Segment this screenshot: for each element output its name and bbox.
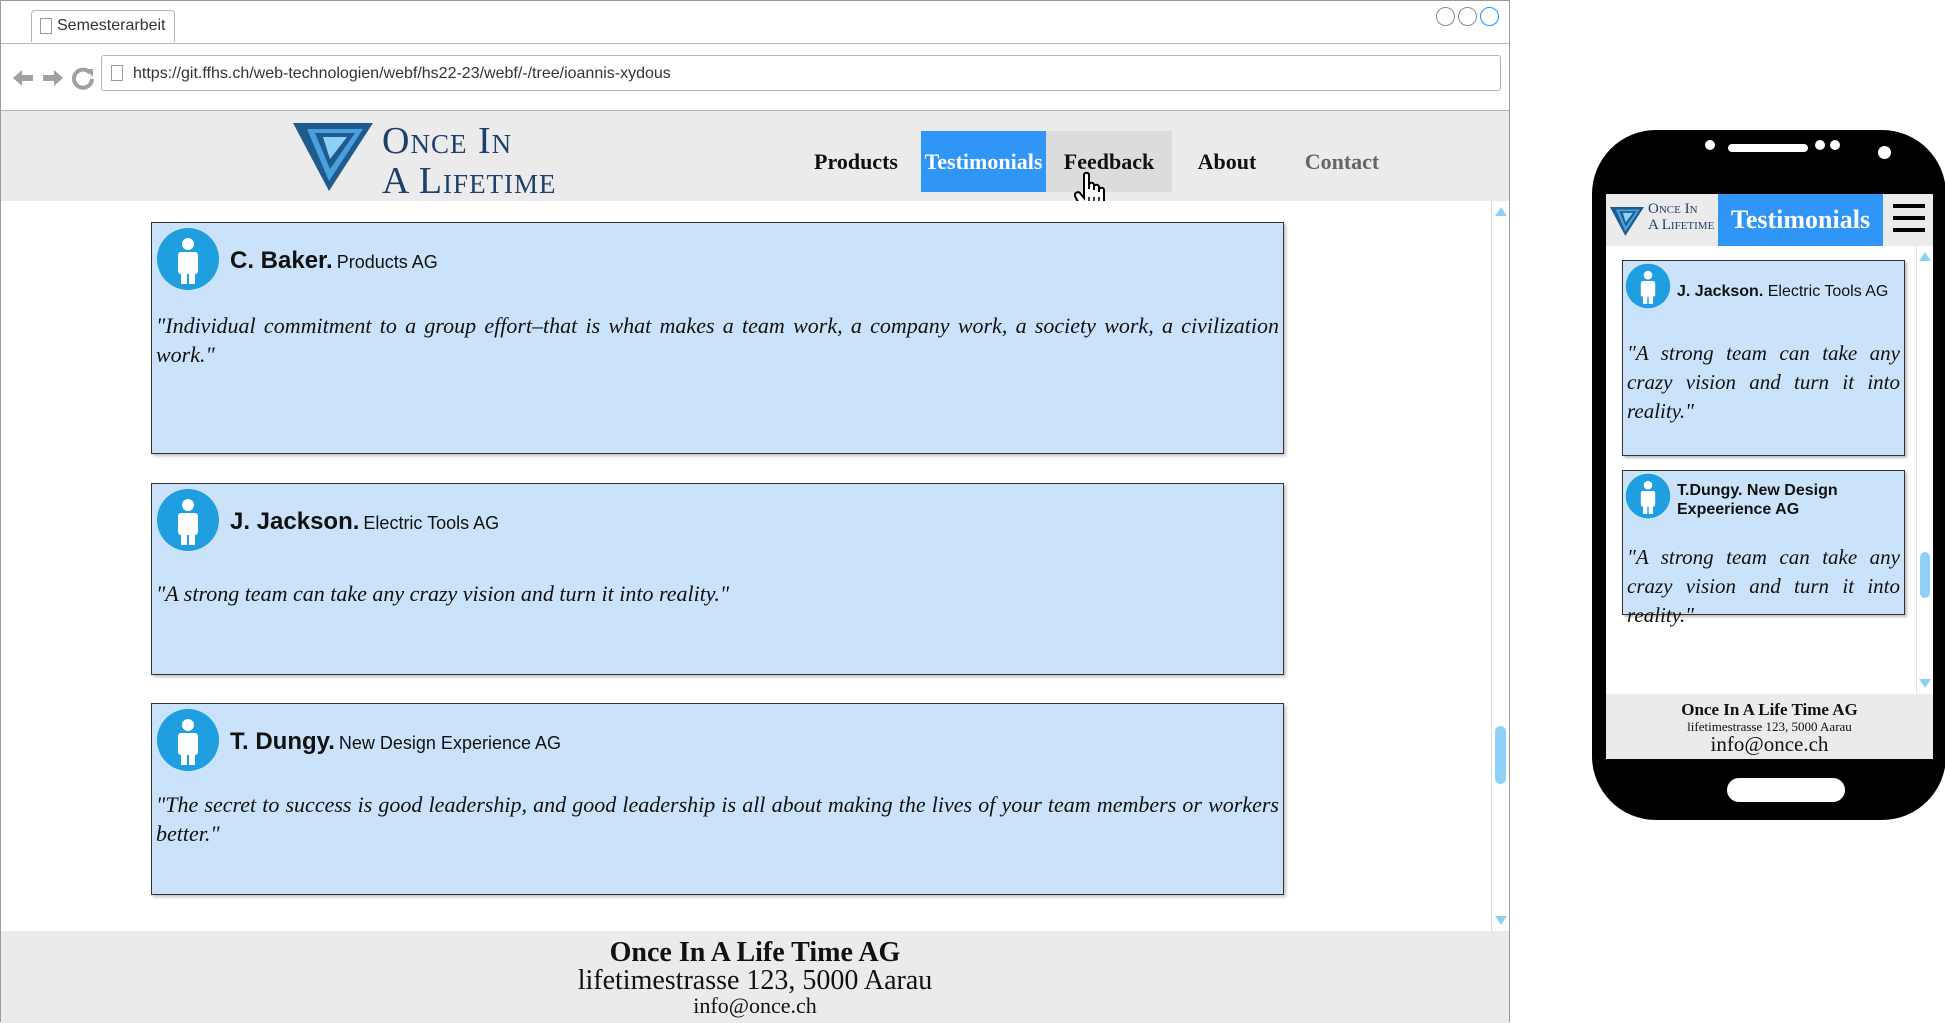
minimize-button[interactable] <box>1436 7 1455 26</box>
testimonial-card: J. Jackson. Electric Tools AG "A strong … <box>1622 260 1905 456</box>
nav-products[interactable]: Products <box>791 131 921 192</box>
user-avatar-icon <box>157 489 219 551</box>
logo-triangle-icon[interactable] <box>293 121 373 191</box>
vertical-scrollbar[interactable] <box>1491 201 1509 931</box>
logo-line-1: Once In <box>382 120 513 162</box>
scroll-down-arrow-icon[interactable] <box>1919 679 1931 688</box>
author-company: New Design Experience AG <box>338 733 561 753</box>
author-company: Products AG <box>336 252 438 272</box>
nav-about[interactable]: About <box>1172 131 1282 192</box>
user-avatar-icon <box>157 709 219 771</box>
reload-icon[interactable] <box>71 66 95 90</box>
footer-email[interactable]: info@once.ch <box>1606 732 1933 757</box>
scroll-down-arrow-icon[interactable] <box>1495 916 1507 925</box>
sensor-dot <box>1830 140 1840 150</box>
author-company: Expeerience AG <box>1677 501 1800 518</box>
testimonial-author: J. Jackson. Electric Tools AG <box>1677 283 1888 301</box>
nav-contact[interactable]: Contact <box>1282 131 1402 192</box>
testimonial-card: T. Dungy. New Design Experience AG "The s… <box>151 703 1284 895</box>
phone-speaker <box>1728 144 1808 152</box>
author-name: T. Dungy. <box>230 728 335 755</box>
close-button[interactable] <box>1480 7 1499 26</box>
testimonial-quote: "The secret to success is good leadershi… <box>156 792 1279 846</box>
forward-arrow-icon[interactable] <box>41 66 65 90</box>
testimonial-card: J. Jackson. Electric Tools AG "A strong t… <box>151 483 1284 675</box>
author-name: J. Jackson. <box>230 508 360 535</box>
scrollbar-thumb[interactable] <box>1495 726 1506 784</box>
author-company: Electric Tools AG <box>363 513 500 533</box>
site-footer: Once In A Life Time AG lifetimestrasse 1… <box>1 931 1509 1023</box>
site-header: Once In A Lifetime Products Testimonials… <box>1 111 1509 213</box>
testimonial-author: T.Dungy. New Design Expeerience AG <box>1677 481 1877 519</box>
browser-tab[interactable]: Semesterarbeit <box>31 10 175 42</box>
logo-triangle-icon[interactable] <box>1610 206 1644 236</box>
footer-company: Once In A Life Time AG <box>1681 700 1858 719</box>
window-controls <box>1433 7 1499 31</box>
mobile-footer: Once In A Life Time AG lifetimestrasse 1… <box>1606 694 1933 759</box>
testimonial-quote: "A strong team can take any crazy vision… <box>1627 341 1900 423</box>
scroll-up-arrow-icon[interactable] <box>1495 207 1507 216</box>
testimonials-list: C. Baker. Products AG "Individual commitm… <box>1 201 1491 931</box>
footer-email[interactable]: info@once.ch <box>1 993 1509 1019</box>
mobile-testimonials-list: J. Jackson. Electric Tools AG "A strong … <box>1606 246 1916 694</box>
hamburger-menu-icon[interactable] <box>1893 204 1925 236</box>
restore-button[interactable] <box>1458 7 1477 26</box>
nav-testimonials[interactable]: Testimonials <box>921 131 1046 192</box>
testimonial-quote: "A strong team can take any crazy vision… <box>1627 545 1900 627</box>
url-input[interactable]: https://git.ffhs.ch/web-technologien/web… <box>101 55 1501 91</box>
testimonial-author: T. Dungy. New Design Experience AG <box>230 728 561 756</box>
home-button[interactable] <box>1727 778 1845 802</box>
author-name: C. Baker. <box>230 247 333 274</box>
camera-dot <box>1878 146 1891 159</box>
mobile-page-title: Testimonials <box>1718 194 1883 246</box>
mobile-logo-text[interactable]: Once In A Lifetime <box>1648 201 1714 233</box>
testimonial-quote: "Individual commitment to a group effort… <box>156 313 1279 367</box>
address-bar: https://git.ffhs.ch/web-technologien/web… <box>1 43 1509 111</box>
browser-window: Semesterarbeit https://git.ffhs.ch/web-t… <box>0 0 1510 1023</box>
scroll-up-arrow-icon[interactable] <box>1919 252 1931 261</box>
page-icon <box>40 18 52 34</box>
logo-line-1: Once In <box>1648 201 1698 217</box>
back-arrow-icon[interactable] <box>11 66 35 90</box>
url-text: https://git.ffhs.ch/web-technologien/web… <box>133 65 671 82</box>
testimonial-author: C. Baker. Products AG <box>230 247 438 275</box>
testimonial-card: C. Baker. Products AG "Individual commitm… <box>151 222 1284 454</box>
mobile-header: Once In A Lifetime Testimonials <box>1606 194 1933 246</box>
testimonial-card: T.Dungy. New Design Expeerience AG "A str… <box>1622 470 1905 627</box>
author-name: T.Dungy. New Design <box>1677 482 1838 499</box>
user-avatar-icon <box>1625 263 1671 309</box>
user-avatar-icon <box>1625 473 1671 519</box>
author-name: J. Jackson. <box>1677 283 1764 300</box>
sensor-dot <box>1705 140 1715 150</box>
sensor-dot <box>1815 140 1825 150</box>
scrollbar-thumb[interactable] <box>1920 552 1930 598</box>
tab-bar: Semesterarbeit <box>1 1 1509 43</box>
page-icon <box>111 65 123 81</box>
testimonial-quote: "A strong team can take any crazy vision… <box>156 581 730 606</box>
phone-mockup: Once In A Lifetime Testimonials J. Jacks… <box>1592 130 1945 820</box>
mobile-scrollbar[interactable] <box>1916 246 1933 694</box>
phone-screen: Once In A Lifetime Testimonials J. Jacks… <box>1606 194 1933 759</box>
user-avatar-icon <box>157 228 219 290</box>
logo-line-2: A Lifetime <box>382 160 557 202</box>
logo-text[interactable]: Once In A Lifetime <box>382 121 557 201</box>
author-company: Electric Tools AG <box>1767 283 1889 300</box>
testimonial-author: J. Jackson. Electric Tools AG <box>230 508 499 536</box>
tab-title: Semesterarbeit <box>57 17 166 34</box>
logo-line-2: A Lifetime <box>1648 217 1715 233</box>
